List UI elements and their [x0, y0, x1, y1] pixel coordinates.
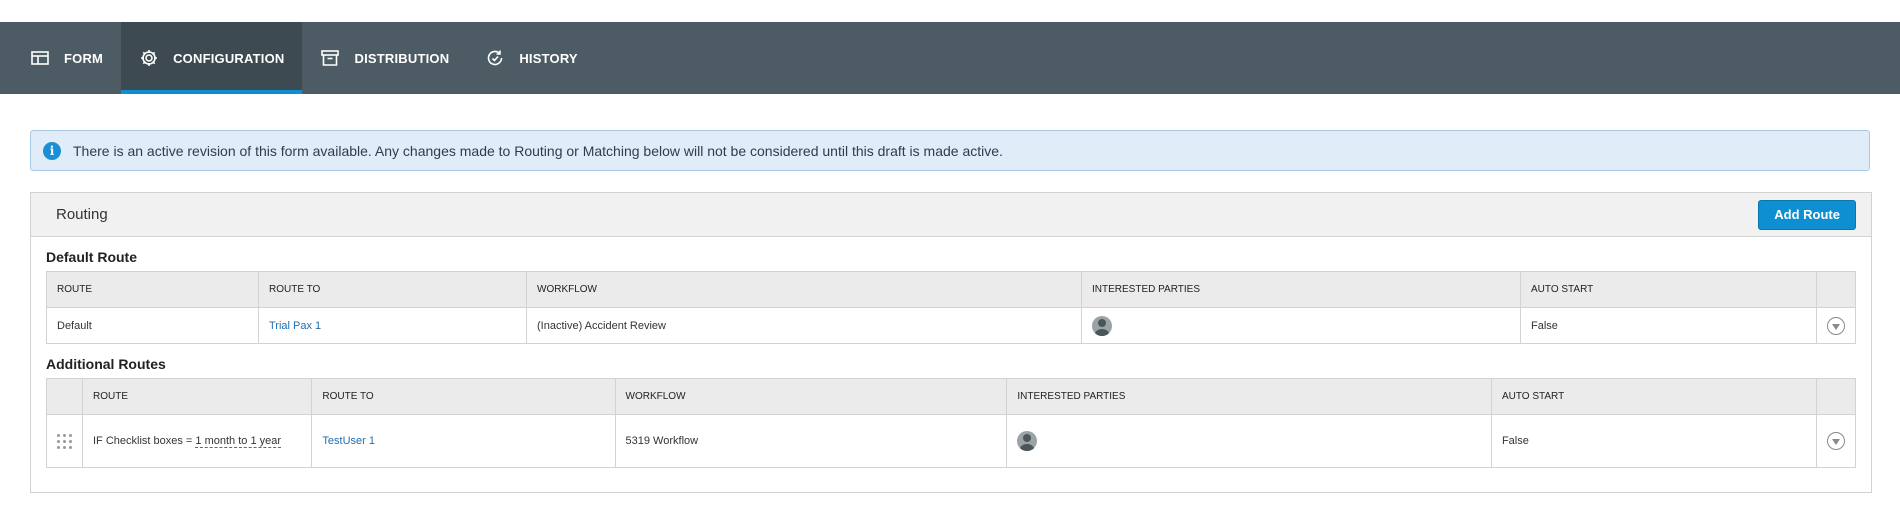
tab-form[interactable]: FORM: [12, 22, 121, 94]
col-route: ROUTE: [81, 378, 313, 415]
table-row: IF Checklist boxes = 1 month to 1 year T…: [46, 414, 1857, 468]
history-icon: [488, 50, 503, 66]
tab-configuration[interactable]: CONFIGURATION: [121, 22, 303, 94]
tab-distribution[interactable]: DISTRIBUTION: [302, 22, 467, 94]
interested-parties-cell: [1081, 307, 1521, 344]
workflow-cell: (Inactive) Accident Review: [526, 307, 1082, 344]
col-route-to: ROUTE TO: [311, 378, 616, 415]
col-drag: [46, 378, 83, 415]
default-route-table: ROUTE ROUTE TO WORKFLOW INTERESTED PARTI…: [46, 271, 1856, 344]
row-actions-cell: [1816, 307, 1856, 344]
table-header-row: ROUTE ROUTE TO WORKFLOW INTERESTED PARTI…: [46, 271, 1856, 308]
auto-start-cell: False: [1490, 414, 1817, 468]
archive-icon: [321, 50, 340, 66]
tab-bar: FORM CONFIGURATION DISTRIBUTION HISTORY: [0, 22, 1900, 94]
routing-header: Routing Add Route: [31, 193, 1871, 237]
routing-panel: Routing Add Route Default Route ROUTE RO…: [30, 192, 1872, 493]
workflow-cell: 5319 Workflow: [614, 414, 1008, 468]
table-row: Default Trial Pax 1 (Inactive) Accident …: [46, 307, 1856, 344]
col-interested-parties: INTERESTED PARTIES: [1081, 271, 1521, 308]
routing-title: Routing: [56, 206, 108, 223]
route-cell: IF Checklist boxes = 1 month to 1 year: [81, 414, 313, 468]
col-actions: [1815, 378, 1857, 415]
table-header-row: ROUTE ROUTE TO WORKFLOW INTERESTED PARTI…: [46, 378, 1857, 415]
table-icon: [31, 51, 49, 65]
route-condition-value[interactable]: 1 month to 1 year: [195, 435, 282, 448]
col-auto-start: AUTO START: [1520, 271, 1817, 308]
tab-label: DISTRIBUTION: [354, 50, 450, 66]
col-interested-parties: INTERESTED PARTIES: [1006, 378, 1492, 415]
col-workflow: WORKFLOW: [614, 378, 1008, 415]
top-spacer: [0, 0, 1900, 22]
info-alert: i There is an active revision of this fo…: [30, 130, 1870, 171]
tab-history[interactable]: HISTORY: [467, 22, 595, 94]
routing-body: Default Route ROUTE ROUTE TO WORKFLOW IN…: [31, 237, 1871, 468]
col-auto-start: AUTO START: [1490, 378, 1817, 415]
additional-routes-title: Additional Routes: [46, 356, 166, 372]
drag-handle-cell: [46, 414, 83, 468]
col-workflow: WORKFLOW: [526, 271, 1082, 308]
chevron-down-icon[interactable]: [1827, 316, 1845, 335]
additional-routes-table: ROUTE ROUTE TO WORKFLOW INTERESTED PARTI…: [46, 378, 1857, 468]
col-route: ROUTE: [46, 271, 259, 308]
row-actions-cell: [1815, 414, 1857, 468]
alert-text: There is an active revision of this form…: [73, 142, 1003, 159]
tab-label: CONFIGURATION: [173, 50, 285, 66]
auto-start-cell: False: [1520, 307, 1817, 344]
route-cell: Default: [46, 307, 259, 344]
route-condition: IF Checklist boxes =: [93, 435, 196, 447]
info-icon: i: [43, 141, 61, 160]
route-to-link[interactable]: TestUser 1: [311, 414, 616, 468]
chevron-down-icon[interactable]: [1826, 432, 1845, 450]
default-route-title: Default Route: [46, 249, 137, 265]
add-route-button[interactable]: Add Route: [1758, 199, 1856, 230]
interested-parties-cell: [1006, 414, 1492, 468]
col-actions: [1816, 271, 1856, 308]
route-to-link[interactable]: Trial Pax 1: [258, 307, 527, 344]
col-route-to: ROUTE TO: [258, 271, 527, 308]
avatar[interactable]: [1017, 431, 1038, 451]
avatar[interactable]: [1092, 315, 1112, 336]
gear-icon: [141, 50, 158, 66]
drag-handle-icon[interactable]: [57, 433, 72, 449]
tab-label: HISTORY: [519, 50, 578, 66]
tab-label: FORM: [64, 50, 104, 66]
